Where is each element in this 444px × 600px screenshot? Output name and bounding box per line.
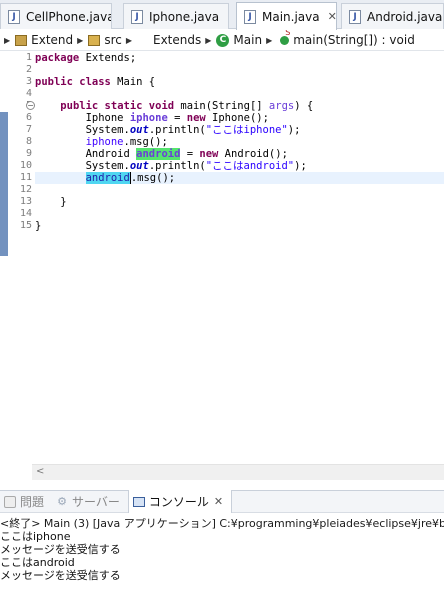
horizontal-scrollbar[interactable]: < [32,464,444,480]
breadcrumb-source-label: src [104,33,122,47]
package-icon [137,34,149,46]
tab-label: コンソール [148,495,209,509]
tab-label: Android.java [367,9,443,24]
close-icon[interactable]: ✕ [328,10,336,23]
console-line: ここはiphone [0,530,71,543]
breadcrumb-package[interactable]: ▶ Extends [122,33,201,47]
project-folder-icon [15,34,28,46]
code-line-6: Iphone iphone = new Iphone(); [85,112,269,124]
breadcrumb-arrow-icon: ▶ [205,35,212,45]
breadcrumb-project[interactable]: ▶ Extend [0,33,73,47]
code-text[interactable]: package Extends; public class Main { pub… [35,52,444,232]
code-line-15: } [35,220,42,232]
write-occurrence-highlight: android [136,148,181,160]
code-line-7: System.out.println("ここはiphone"); [85,124,301,136]
breadcrumb-arrow-icon: ▶ [266,35,273,45]
console-status-line: <終了> Main (3) [Java アプリケーション] C:¥program… [0,515,444,529]
tab-servers[interactable]: ⚙ サーバー [52,490,128,513]
tab-iphone-java[interactable]: J Iphone.java [123,3,229,29]
breadcrumb-arrow-icon: ▶ [125,35,132,45]
tab-cellphone-java[interactable]: J CellPhone.java [0,3,112,29]
tab-label: 問題 [20,495,45,509]
class-icon: C [216,33,230,47]
java-file-icon: J [8,9,20,24]
breadcrumb-source[interactable]: ▶ src [73,33,122,47]
tab-main-java[interactable]: J Main.java ✕ [236,2,337,30]
tab-label: CellPhone.java [26,9,112,24]
tab-android-java[interactable]: J Android.java [341,3,444,29]
breadcrumb-method[interactable]: ▶ main(String[]) : void [262,30,415,47]
change-markers [0,112,8,256]
code-line-10: System.out.println("ここはandroid"); [85,160,307,172]
source-folder-icon [88,34,101,46]
read-occurrence-highlight: android [85,172,130,184]
code-line-11-current: android.msg(); [35,172,444,184]
tab-problems[interactable]: 問題 [0,490,52,513]
code-line-8: iphone.msg(); [85,136,168,148]
code-line-3: public class Main { [35,76,156,88]
console-line: メッセージを送受信する [0,543,121,556]
code-line-5: public static void main(String[] args) { [60,100,314,112]
code-line-13: } [60,196,67,208]
breadcrumb-arrow-icon: ▶ [4,35,11,45]
line-numbers: 1 2 3 4 5 6 7 8 9 10 11 12 13 14 15 [19,52,32,231]
editor-tab-bar: J CellPhone.java J Iphone.java J Main.ja… [0,0,444,30]
java-file-icon: J [131,9,143,24]
console-line: ここはandroid [0,556,75,569]
bottom-panel-tabs: 問題 ⚙ サーバー コンソール ✕ [0,490,444,513]
console-output[interactable]: ここはiphone メッセージを送受信する ここはandroid メッセージを送… [0,530,444,582]
breadcrumb-class[interactable]: ▶ C Main [201,33,262,47]
close-icon[interactable]: ✕ [214,495,223,508]
problems-icon [4,495,16,508]
breadcrumb-method-label: main(String[]) : void [293,33,415,47]
breadcrumb: ▶ Extend ▶ src ▶ Extends ▶ C Main ▶ main… [0,30,444,51]
tab-console[interactable]: コンソール ✕ [127,490,233,513]
code-editor[interactable]: 1 2 3 4 5 6 7 8 9 10 11 12 13 14 15 − pa… [0,52,444,462]
console-line: メッセージを送受信する [0,569,121,582]
tab-label: Iphone.java [149,9,220,24]
code-line-9: Android android = new Android(); [85,148,288,160]
code-line-1: package Extends; [35,52,137,64]
text-cursor: .msg(); [129,172,176,184]
java-file-icon: J [349,9,361,24]
breadcrumb-arrow-icon: ▶ [77,35,84,45]
java-file-icon: J [244,9,256,24]
tab-label: サーバー [72,495,120,509]
console-icon [132,496,145,507]
breadcrumb-class-label: Main [233,33,263,47]
breadcrumb-package-label: Extends [153,33,202,47]
scroll-left-icon[interactable]: < [36,466,44,477]
breadcrumb-project-label: Extend [31,33,74,47]
servers-icon: ⚙ [57,495,67,508]
static-method-icon [280,30,290,45]
tab-label: Main.java [262,9,320,24]
fold-collapse-icon[interactable]: − [26,101,35,110]
